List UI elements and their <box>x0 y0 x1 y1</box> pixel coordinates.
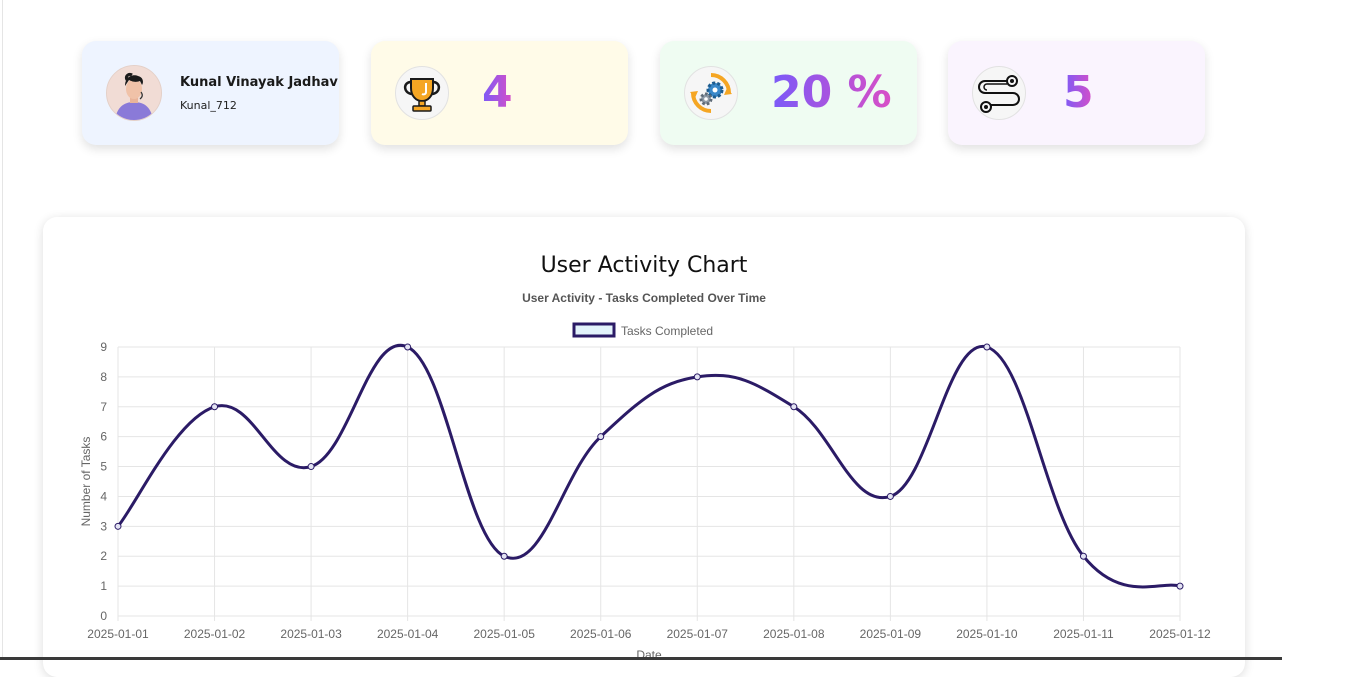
trophy-count: 4 <box>482 67 513 118</box>
profile-name: Kunal Vinayak Jadhav <box>180 74 338 90</box>
y-tick-label: 6 <box>100 430 107 444</box>
x-tick-label: 2025-01-12 <box>1149 627 1211 641</box>
x-tick-label: 2025-01-02 <box>184 627 246 641</box>
data-point <box>983 343 991 351</box>
x-tick-label: 2025-01-09 <box>860 627 922 641</box>
trophy-icon <box>395 66 449 120</box>
y-tick-label: 7 <box>100 400 107 414</box>
y-tick-label: 0 <box>100 609 107 623</box>
data-point <box>790 403 798 411</box>
y-tick-label: 9 <box>100 340 107 354</box>
data-point <box>693 373 701 381</box>
x-tick-label: 2025-01-05 <box>473 627 535 641</box>
profile-handle: Kunal_712 <box>180 98 237 112</box>
y-tick-label: 5 <box>100 460 107 474</box>
gears-icon <box>684 66 738 120</box>
progress-stat-card: 20 % <box>660 41 917 145</box>
x-tick-label: 2025-01-04 <box>377 627 439 641</box>
legend-swatch <box>572 322 616 338</box>
y-axis-label: Number of Tasks <box>79 437 93 527</box>
data-point <box>500 552 508 560</box>
route-stat-card: 5 <box>948 41 1205 145</box>
data-point <box>886 492 894 500</box>
profile-card: Kunal Vinayak Jadhav Kunal_712 <box>82 41 339 145</box>
user-activity-chart-card: User Activity Chart User Activity - Task… <box>43 217 1245 677</box>
data-point <box>1079 552 1087 560</box>
data-point <box>211 403 219 411</box>
data-point <box>1176 582 1184 590</box>
y-tick-label: 1 <box>100 579 107 593</box>
route-icon <box>972 66 1026 120</box>
y-tick-label: 3 <box>100 519 107 533</box>
data-point <box>597 433 605 441</box>
x-tick-label: 2025-01-10 <box>956 627 1018 641</box>
progress-percent: 20 % <box>771 67 892 118</box>
x-tick-label: 2025-01-03 <box>280 627 342 641</box>
avatar-icon <box>106 65 162 121</box>
legend-label: Tasks Completed <box>621 324 713 338</box>
trophy-stat-card: 4 <box>371 41 628 145</box>
page-left-border <box>2 0 3 660</box>
y-tick-label: 4 <box>100 489 107 503</box>
data-point <box>307 463 315 471</box>
chart-title: User Activity - Tasks Completed Over Tim… <box>522 291 766 305</box>
activity-line-chart: User Activity - Tasks Completed Over Tim… <box>79 291 1211 662</box>
x-tick-label: 2025-01-06 <box>570 627 632 641</box>
x-tick-label: 2025-01-11 <box>1053 627 1114 641</box>
x-tick-label: 2025-01-01 <box>87 627 149 641</box>
x-tick-label: 2025-01-08 <box>763 627 825 641</box>
data-point <box>404 343 412 351</box>
y-tick-label: 8 <box>100 370 107 384</box>
route-count: 5 <box>1063 67 1094 118</box>
data-point <box>114 522 122 530</box>
x-tick-label: 2025-01-07 <box>667 627 729 641</box>
y-tick-label: 2 <box>100 549 107 563</box>
